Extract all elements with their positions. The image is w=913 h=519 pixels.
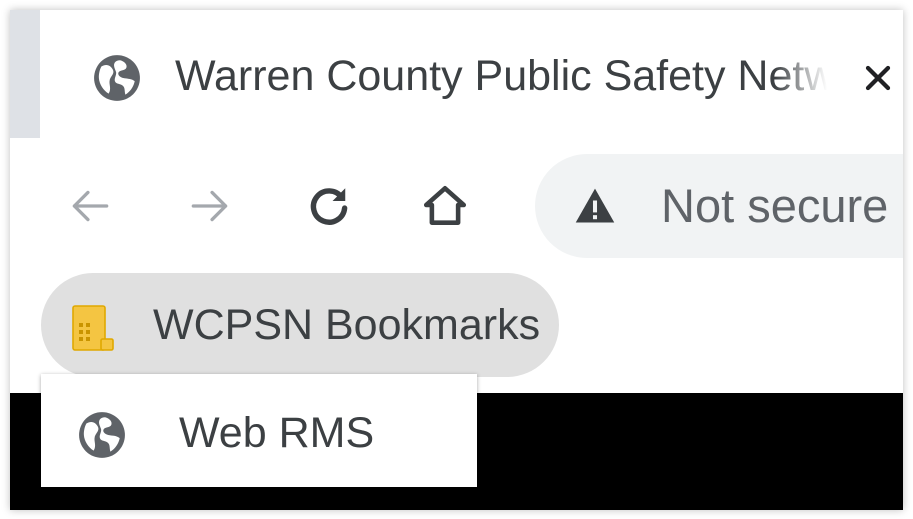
globe-icon — [77, 410, 127, 460]
home-button[interactable] — [417, 178, 473, 234]
reload-button[interactable] — [301, 178, 357, 234]
active-tab[interactable]: Warren County Public Safety Network — [40, 10, 903, 138]
tab-strip — [10, 10, 40, 138]
arrow-back-icon — [72, 190, 109, 222]
bookmark-folder-menu: Web RMS — [41, 374, 477, 487]
browser-window: Warren County Public Safety Network Not … — [10, 10, 903, 510]
toolbar: Not secure — [10, 138, 903, 270]
address-bar[interactable]: Not secure — [535, 154, 903, 258]
bookmark-item-web-rms[interactable]: Web RMS — [41, 374, 477, 487]
home-icon — [423, 186, 467, 225]
back-button[interactable] — [62, 178, 118, 234]
forward-button[interactable] — [182, 178, 238, 234]
reload-icon — [310, 188, 348, 225]
bookmark-item-label: Web RMS — [179, 409, 375, 457]
warning-triangle-icon[interactable] — [573, 184, 617, 228]
tab-title: Warren County Public Safety Network — [175, 52, 827, 100]
security-status-label[interactable]: Not secure — [661, 176, 888, 236]
bookmark-folder-label: WCPSN Bookmarks — [153, 301, 541, 349]
arrow-forward-icon — [191, 190, 228, 222]
globe-icon — [92, 53, 142, 103]
folder-icon — [71, 305, 115, 351]
close-icon[interactable] — [850, 50, 903, 105]
bookmark-folder-wcpsn[interactable]: WCPSN Bookmarks — [41, 273, 559, 377]
